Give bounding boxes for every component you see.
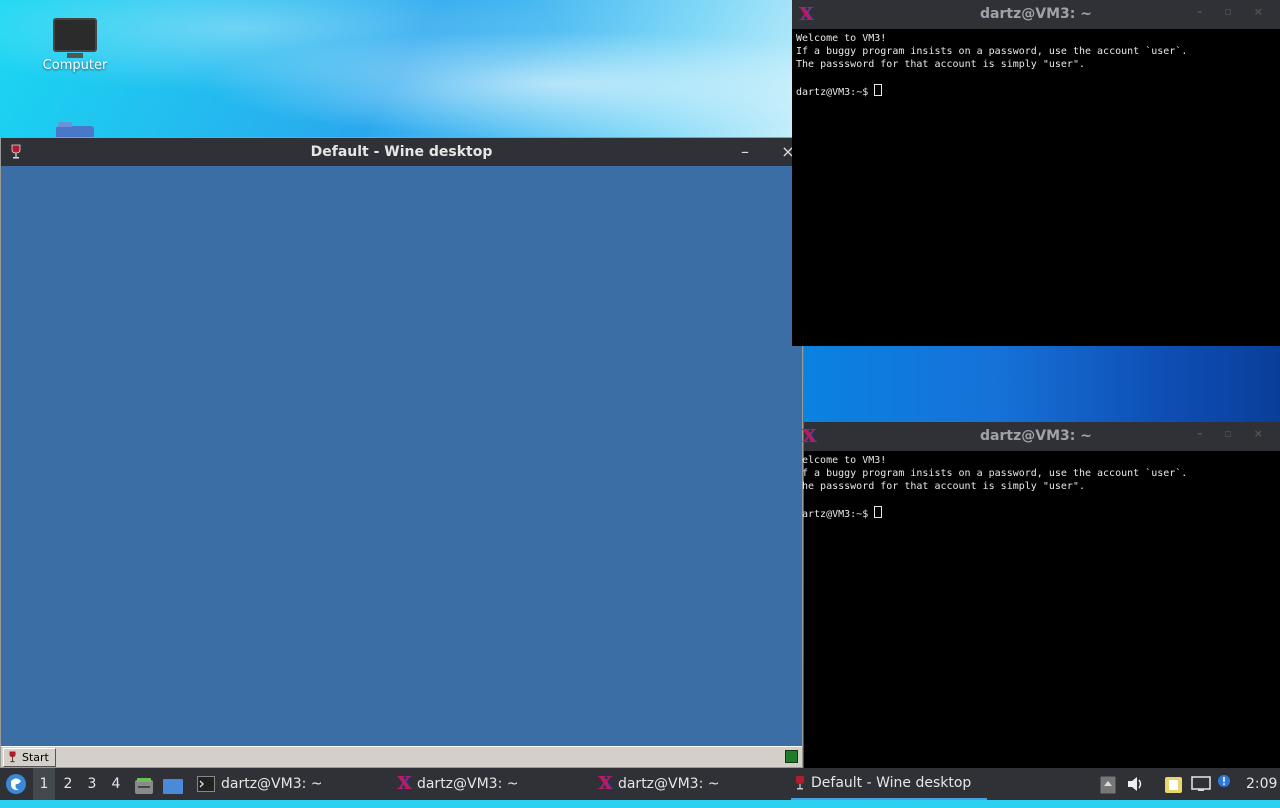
tray-menu-icon[interactable] — [1100, 776, 1116, 794]
desktop-icon — [163, 779, 183, 794]
terminal-output[interactable]: elcome to VM3! f a buggy program insists… — [802, 454, 1280, 768]
terminal-window-1[interactable]: X dartz@VM3: ~ – ▫ × Welcome to VM3! If … — [792, 0, 1280, 346]
show-desktop-launcher[interactable] — [162, 776, 184, 794]
network-icon[interactable] — [1191, 776, 1211, 792]
terminal-line: Welcome to VM3! — [796, 33, 887, 44]
volume-icon[interactable] — [1127, 776, 1145, 792]
task-label: dartz@VM3: ~ — [617, 776, 720, 792]
wine-titlebar[interactable]: Default - Wine desktop – × — [1, 138, 802, 166]
workspace-3[interactable]: 3 — [81, 768, 103, 800]
wine-glass-icon — [9, 751, 16, 763]
wine-taskbar: Start — [1, 746, 802, 767]
desktop-icon-computer[interactable]: Computer — [30, 18, 120, 73]
workspace-1[interactable]: 1 — [33, 768, 55, 800]
terminal-prompt: artz@VM3:~$ — [802, 509, 875, 520]
task-wine-desktop[interactable]: Default - Wine desktop — [791, 768, 987, 800]
start-button[interactable]: Start — [3, 748, 56, 767]
terminal-line: If a buggy program insists on a password… — [796, 46, 1188, 57]
wallpaper-strip — [804, 346, 1280, 422]
wallpaper — [0, 0, 800, 140]
wine-desktop-window[interactable]: Default - Wine desktop – × Start — [0, 137, 803, 768]
workspace-2[interactable]: 2 — [57, 768, 79, 800]
wine-desktop-area[interactable] — [1, 166, 802, 747]
desktop-icon-label: Computer — [42, 58, 108, 73]
terminal-prompt: dartz@VM3:~$ — [796, 87, 875, 98]
file-manager-icon — [135, 778, 153, 794]
file-manager-launcher[interactable] — [134, 775, 154, 794]
tray-indicator-icon[interactable] — [785, 750, 798, 763]
terminal-titlebar[interactable]: X dartz@VM3: ~ – ▫ × — [802, 422, 1280, 451]
task-label: dartz@VM3: ~ — [416, 776, 519, 792]
wine-glass-icon — [796, 776, 804, 790]
terminal-cursor — [874, 84, 883, 96]
xterm-icon: X — [598, 773, 612, 794]
terminal-window-2[interactable]: X dartz@VM3: ~ – ▫ × elcome to VM3! f a … — [802, 422, 1280, 768]
workspace-4[interactable]: 4 — [105, 768, 127, 800]
app-menu-button[interactable] — [5, 773, 27, 795]
window-controls-icon[interactable]: – ▫ × — [1197, 427, 1272, 440]
bottom-panel: 1 2 3 4 dartz@VM3: ~ X dartz@VM3: ~ X da… — [0, 768, 1280, 800]
terminal-line: elcome to VM3! — [802, 455, 887, 466]
task-label: Default - Wine desktop — [811, 775, 972, 791]
task-terminal-3[interactable]: X dartz@VM3: ~ — [594, 768, 724, 800]
terminal-output[interactable]: Welcome to VM3! If a buggy program insis… — [796, 32, 1280, 346]
terminal-icon — [197, 776, 215, 792]
terminal-line: he passsword for that account is simply … — [802, 481, 1085, 492]
minimize-button[interactable]: – — [734, 141, 756, 163]
distro-logo-icon — [6, 774, 26, 794]
task-terminal-1[interactable]: dartz@VM3: ~ — [193, 768, 327, 800]
terminal-cursor — [874, 506, 883, 518]
task-label: dartz@VM3: ~ — [221, 776, 323, 792]
xterm-icon: X — [397, 773, 411, 794]
terminal-line: The passsword for that account is simply… — [796, 59, 1085, 70]
task-terminal-2[interactable]: X dartz@VM3: ~ — [393, 768, 523, 800]
notification-icon[interactable] — [1217, 774, 1231, 788]
clock[interactable]: 2:09 — [1246, 768, 1277, 800]
start-label: Start — [22, 751, 49, 764]
terminal-titlebar[interactable]: X dartz@VM3: ~ – ▫ × — [792, 0, 1280, 29]
computer-monitor-icon — [53, 18, 97, 58]
window-title: Default - Wine desktop — [310, 144, 493, 160]
window-controls-icon[interactable]: – ▫ × — [1197, 5, 1272, 18]
clipboard-icon[interactable] — [1164, 776, 1184, 794]
terminal-line: f a buggy program insists on a password,… — [802, 468, 1188, 479]
